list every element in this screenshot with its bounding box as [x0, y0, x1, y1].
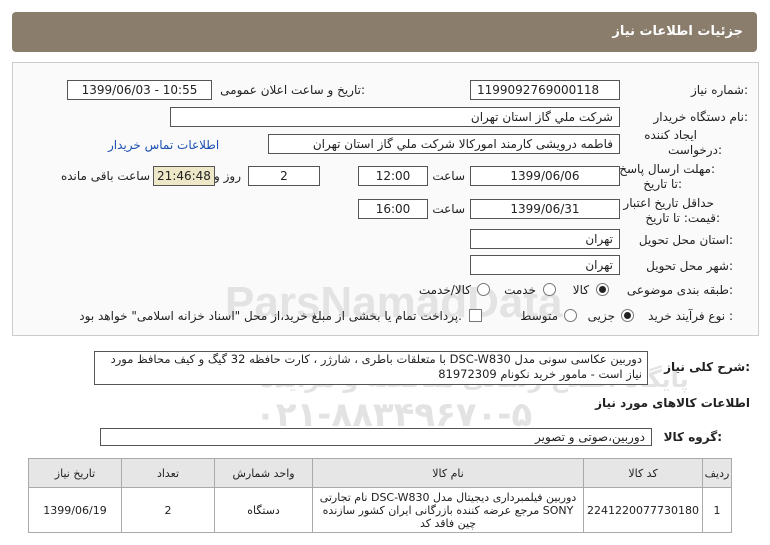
- col-code: کد کالا: [583, 458, 703, 488]
- cell-unit: دستگاه: [214, 487, 314, 533]
- process-radio-medium[interactable]: [564, 309, 577, 322]
- buyer-org-label: نام دستگاه خریدار:: [653, 110, 749, 124]
- validity-date-field[interactable]: 1399/06/31: [470, 199, 620, 219]
- category-option-goods-service: کالا/خدمت: [418, 283, 471, 297]
- category-radio-goods-service[interactable]: [477, 283, 490, 296]
- process-radio-minor[interactable]: [621, 309, 634, 322]
- items-table: ردیف کد کالا نام کالا واحد شمارش تعداد ت…: [27, 458, 732, 533]
- col-date: تاریخ نیاز: [27, 458, 123, 488]
- cell-row: 1: [702, 487, 732, 533]
- payment-note: پرداخت تمام یا بخشی از مبلغ خرید،از محل …: [79, 309, 462, 323]
- table-row[interactable]: 1 2241220077730180 دوربین فیلمبرداری دیج…: [27, 487, 732, 533]
- category-radio-goods[interactable]: [596, 283, 609, 296]
- process-option-minor: جزیی: [587, 309, 615, 323]
- category-option-service: خدمت: [504, 283, 536, 297]
- goods-info-title: اطلاعات کالاهای مورد نیاز: [595, 396, 750, 410]
- category-radio-service[interactable]: [543, 283, 556, 296]
- province-field[interactable]: تهران: [470, 229, 620, 249]
- goods-group-label: گروه کالا:: [663, 430, 722, 444]
- contact-buyer-link[interactable]: اطلاعات تماس خریدار: [108, 138, 219, 152]
- goods-group-field[interactable]: دوربین،صوتی و تصویر: [100, 428, 652, 446]
- payment-treasury-checkbox[interactable]: [469, 309, 482, 322]
- description-label: شرح کلی نیاز:: [664, 360, 750, 374]
- cell-code: 2241220077730180: [583, 487, 703, 533]
- page-title: جزئیات اطلاعات نیاز: [612, 24, 743, 39]
- deadline-time-label: ساعت: [432, 169, 465, 183]
- days-field[interactable]: 2: [248, 166, 320, 186]
- col-unit: واحد شمارش: [214, 458, 314, 488]
- need-number-field[interactable]: 1199092769000118: [470, 80, 620, 100]
- deadline-label-1: مهلت ارسال پاسخ:: [619, 162, 715, 176]
- announce-label: تاریخ و ساعت اعلان عمومی:: [220, 83, 365, 97]
- cell-qty: 2: [121, 487, 216, 533]
- remaining-label: ساعت باقی مانده: [60, 169, 150, 183]
- deadline-date-field[interactable]: 1399/06/06: [470, 166, 620, 186]
- col-name: نام کالا: [312, 458, 585, 488]
- city-field[interactable]: تهران: [470, 255, 620, 275]
- process-option-medium: متوسط: [520, 309, 558, 323]
- col-qty: تعداد: [121, 458, 216, 488]
- deadline-time-field[interactable]: 12:00: [358, 166, 428, 186]
- validity-label-2: قیمت: تا تاریخ:: [645, 211, 720, 225]
- deadline-label-2: تا تاریخ:: [643, 177, 682, 191]
- buyer-org-field[interactable]: شرکت ملي گاز استان تهران: [170, 107, 620, 127]
- description-box: دوربین عکاسی سونی مدل DSC-W830 با متعلقا…: [94, 351, 648, 385]
- col-row: ردیف: [702, 458, 732, 488]
- announce-field[interactable]: 1399/06/03 - 10:55: [67, 80, 212, 100]
- creator-label-2: درخواست:: [668, 143, 722, 157]
- items-table-header: ردیف کد کالا نام کالا واحد شمارش تعداد ت…: [27, 458, 732, 488]
- cell-name: دوربین فیلمبرداری دیجیتال مدل DSC-W830 ن…: [312, 487, 585, 533]
- validity-label-1: حداقل تاریخ اعتبار: [623, 196, 714, 210]
- creator-label-1: ایجاد کننده: [644, 128, 697, 142]
- validity-time-label: ساعت: [432, 202, 465, 216]
- remaining-time-field: 21:46:48: [153, 166, 215, 186]
- province-label: استان محل تحویل:: [638, 233, 733, 247]
- category-option-goods: کالا: [572, 283, 589, 297]
- category-label: طبقه بندی موضوعی:: [626, 283, 733, 297]
- creator-field[interactable]: فاطمه درویشی کارمند امورکالا شرکت ملي گا…: [268, 134, 620, 154]
- days-label: روز و: [214, 169, 241, 183]
- city-label: شهر محل تحویل:: [646, 259, 733, 273]
- cell-date: 1399/06/19: [27, 487, 123, 533]
- process-label: نوع فرآیند خرید :: [648, 309, 733, 323]
- need-number-label: شماره نیاز:: [690, 83, 748, 97]
- validity-time-field[interactable]: 16:00: [358, 199, 428, 219]
- page-header: جزئیات اطلاعات نیاز: [12, 12, 757, 52]
